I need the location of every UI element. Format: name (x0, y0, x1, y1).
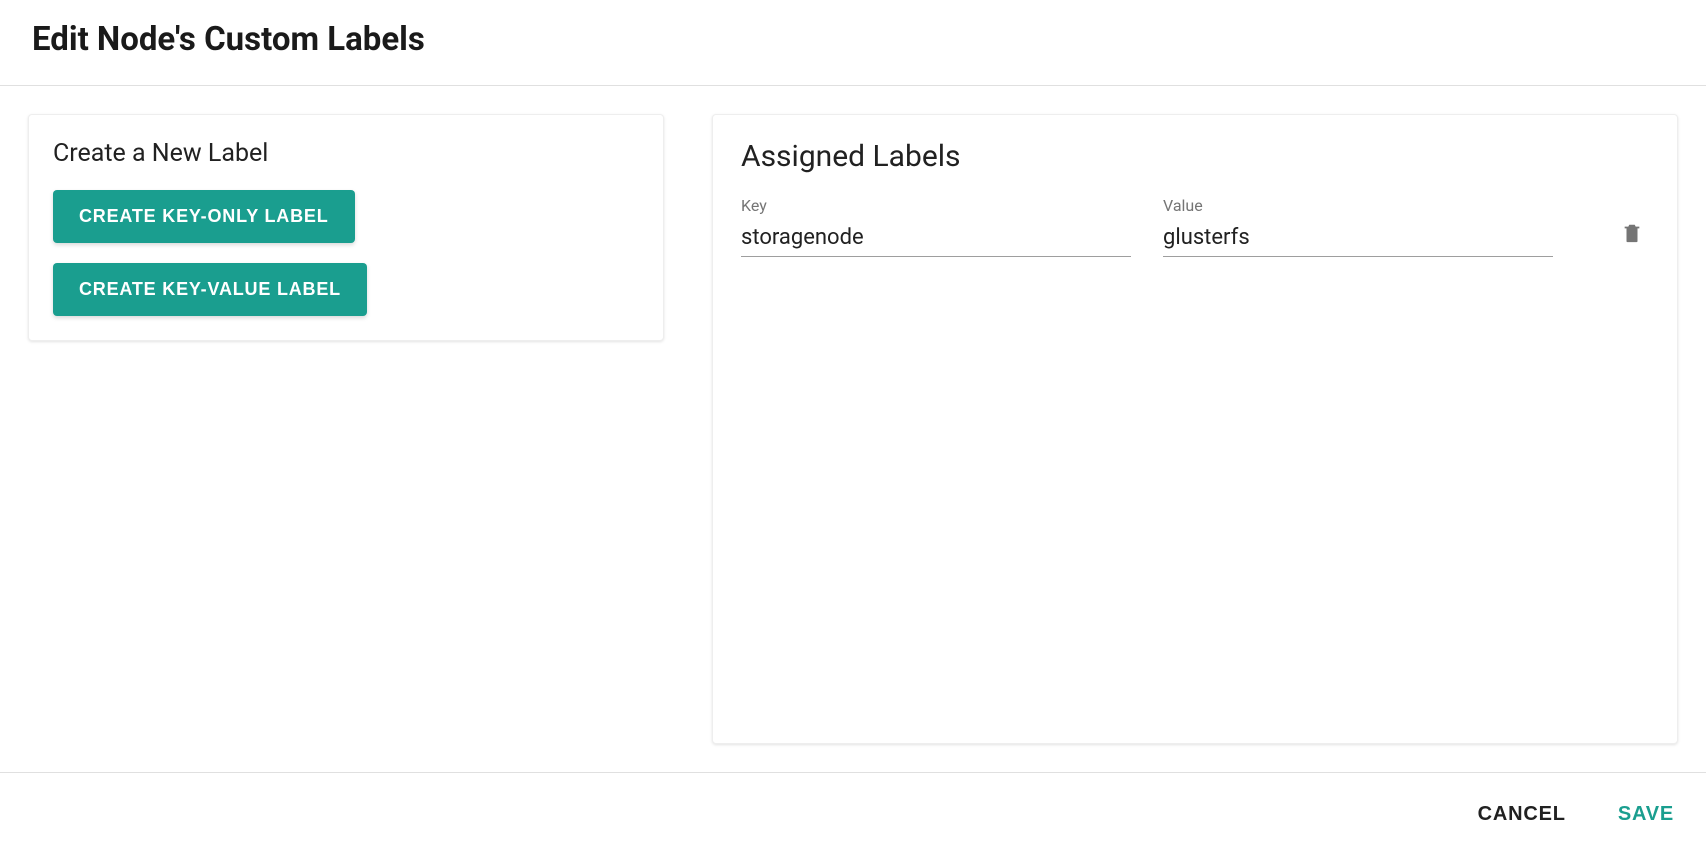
assigned-labels-title: Assigned Labels (741, 139, 1649, 174)
create-label-card: Create a New Label CREATE KEY-ONLY LABEL… (28, 114, 664, 341)
value-field-label: Value (1163, 196, 1553, 215)
dialog-footer: CANCEL SAVE (0, 772, 1706, 856)
save-button[interactable]: SAVE (1614, 795, 1678, 834)
delete-label-button[interactable] (1615, 214, 1649, 255)
key-field: Key (741, 196, 1131, 257)
assigned-labels-card: Assigned Labels Key Value (712, 114, 1678, 744)
key-field-label: Key (741, 196, 1131, 215)
dialog-header: Edit Node's Custom Labels (0, 0, 1706, 86)
create-key-only-label-button[interactable]: CREATE KEY-ONLY LABEL (53, 190, 355, 243)
page-title: Edit Node's Custom Labels (32, 20, 1674, 59)
key-input[interactable] (741, 221, 1131, 257)
dialog-content: Create a New Label CREATE KEY-ONLY LABEL… (0, 86, 1706, 744)
cancel-button[interactable]: CANCEL (1474, 795, 1570, 834)
create-key-value-label-button[interactable]: CREATE KEY-VALUE LABEL (53, 263, 367, 316)
value-field: Value (1163, 196, 1553, 257)
create-label-title: Create a New Label (53, 139, 639, 168)
label-row: Key Value (741, 196, 1649, 257)
value-input[interactable] (1163, 221, 1553, 257)
trash-icon (1621, 220, 1643, 246)
